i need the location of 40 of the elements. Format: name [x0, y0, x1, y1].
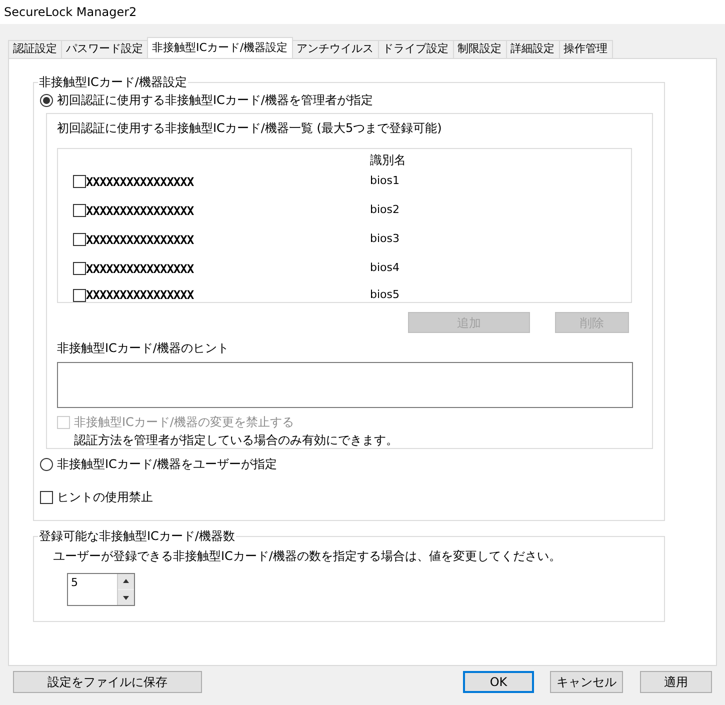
group-title: 非接触型ICカード/機器設定: [38, 74, 188, 91]
hint-field[interactable]: [57, 362, 633, 408]
device-name: bios4: [370, 260, 400, 276]
tab[interactable]: 操作管理: [558, 40, 613, 58]
device-name: bios1: [370, 173, 400, 190]
option-label: 非接触型ICカード/機器の変更を禁止する: [74, 414, 294, 431]
option-label: 初回認証に使用する非接触型ICカード/機器を管理者が指定: [57, 92, 373, 109]
column-header: 識別名: [370, 153, 406, 167]
checkbox[interactable]: [73, 288, 86, 302]
radio-button[interactable]: [40, 94, 53, 106]
save-button[interactable]: 設定をファイルに保存: [13, 671, 202, 693]
device-id: XXXXXXXXXXXXXXXX: [86, 287, 194, 304]
dialog-button[interactable]: OK: [463, 671, 534, 693]
spinner-value: 5: [70, 575, 79, 591]
option-label: 非接触型ICカード/機器をユーザーが指定: [57, 456, 277, 473]
group-title: 登録可能な非接触型ICカード/機器数: [38, 528, 236, 545]
checkbox[interactable]: [73, 175, 86, 188]
panel-caption: 初回認証に使用する非接触型ICカード/機器一覧 (最大5つまで登録可能): [57, 120, 443, 137]
option-label: ヒントの使用禁止: [57, 489, 153, 506]
device-id: XXXXXXXXXXXXXXXX: [86, 260, 194, 278]
tab[interactable]: 認証設定: [8, 40, 62, 58]
device-name: bios3: [370, 231, 400, 248]
hint-label: 非接触型ICカード/機器のヒント: [57, 340, 230, 357]
checkbox[interactable]: [40, 490, 53, 504]
dialog-button[interactable]: 適用: [640, 671, 712, 693]
tab[interactable]: 非接触型ICカード/機器設定: [147, 37, 293, 58]
device-name: bios5: [370, 286, 400, 303]
device-id: XXXXXXXXXXXXXXXX: [86, 232, 194, 248]
device-name: bios2: [370, 202, 400, 218]
note-text: 認証方法を管理者が指定している場合のみ有効にできます。: [74, 432, 399, 449]
device-id: XXXXXXXXXXXXXXXX: [86, 174, 194, 190]
dialog-button[interactable]: キャンセル: [550, 671, 623, 693]
checkbox[interactable]: [73, 204, 86, 217]
description-text: ユーザーが登録できる非接触型ICカード/機器の数を指定する場合は、値を変更してください。: [53, 548, 562, 565]
number-spinner[interactable]: 5: [67, 573, 135, 606]
checkbox[interactable]: [73, 233, 86, 246]
radio-button[interactable]: [40, 458, 53, 470]
checkbox[interactable]: [73, 262, 86, 275]
window-title: SecureLock Manager2: [4, 4, 137, 21]
device-id: XXXXXXXXXXXXXXXX: [86, 202, 194, 220]
